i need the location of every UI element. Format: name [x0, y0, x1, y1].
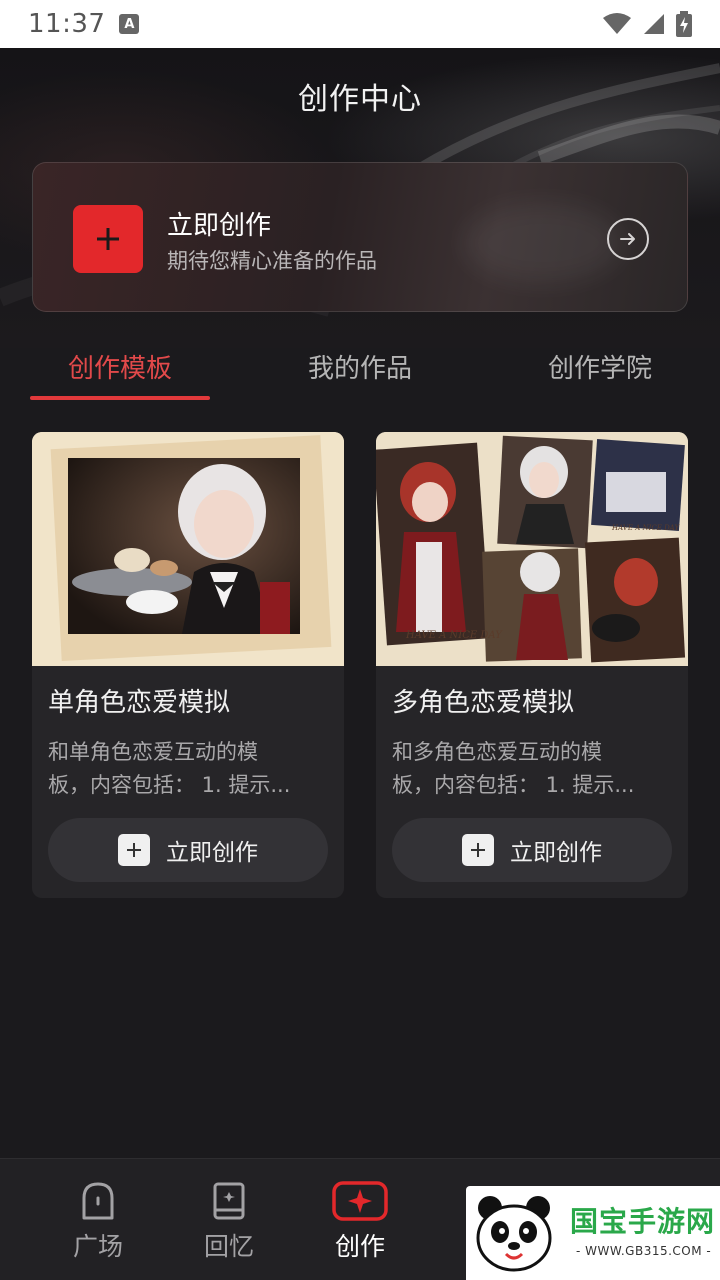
plus-icon	[118, 834, 150, 866]
create-now-button-multi[interactable]: 立即创作	[392, 818, 672, 882]
nav-item-create[interactable]: 创作	[295, 1159, 425, 1280]
card-title: 多角色恋爱模拟	[392, 688, 575, 718]
card-desc-line-1: 和单角色恋爱互动的模	[48, 740, 258, 764]
arrow-right-icon[interactable]	[607, 218, 649, 260]
banner-subtitle: 期待您精心准备的作品	[167, 249, 377, 273]
watermark-brand: 国宝手游网	[570, 1205, 716, 1238]
card-image-single	[32, 432, 344, 666]
svg-text:HAVE A NICE DAY: HAVE A NICE DAY	[405, 630, 503, 641]
plus-icon	[73, 205, 143, 273]
battery-icon	[676, 11, 692, 37]
template-card-multi[interactable]: HAVE A NICE DAY HAVE A NICE DAY 多角色恋爱模拟 …	[376, 432, 688, 898]
tab-my-works[interactable]: 我的作品	[270, 348, 450, 388]
button-label: 立即创作	[510, 840, 602, 866]
card-desc-line-2: 板，内容包括： 1. 提示...	[392, 773, 635, 797]
notification-icon: A	[119, 14, 140, 34]
memory-book-icon	[213, 1181, 245, 1221]
nav-label: 创作	[334, 1232, 385, 1261]
nav-item-plaza[interactable]: 广场	[33, 1159, 163, 1280]
card-description: 和多角色恋爱互动的模 板，内容包括： 1. 提示...	[392, 736, 672, 802]
wifi-icon	[603, 13, 631, 34]
plaza-icon	[81, 1181, 115, 1221]
create-now-button-single[interactable]: 立即创作	[48, 818, 328, 882]
card-desc-line-1: 和多角色恋爱互动的模	[392, 740, 602, 764]
create-now-banner[interactable]: 立即创作 期待您精心准备的作品	[32, 162, 688, 312]
svg-text:HAVE A NICE DAY: HAVE A NICE DAY	[611, 524, 680, 532]
create-sparkle-icon	[332, 1181, 388, 1221]
status-time: 11:37	[28, 9, 106, 39]
page-title: 创作中心	[298, 82, 422, 117]
card-desc-line-2: 板，内容包括： 1. 提示...	[48, 773, 291, 797]
status-icons	[602, 11, 692, 37]
tab-templates[interactable]: 创作模板	[30, 348, 210, 388]
status-bar: 11:37 A	[0, 0, 720, 48]
nav-item-memory[interactable]: 回忆	[164, 1159, 294, 1280]
nav-label: 回忆	[203, 1232, 254, 1261]
banner-title: 立即创作	[167, 211, 272, 241]
tab-academy[interactable]: 创作学院	[510, 348, 690, 388]
watermark-logo: 国宝手游网 - WWW.GB315.COM -	[466, 1186, 720, 1280]
nav-label: 广场	[72, 1232, 123, 1261]
button-label: 立即创作	[166, 840, 258, 866]
watermark-url: - WWW.GB315.COM -	[576, 1244, 712, 1258]
card-image-multi: HAVE A NICE DAY HAVE A NICE DAY	[376, 432, 688, 666]
card-title: 单角色恋爱模拟	[48, 688, 231, 718]
template-card-single[interactable]: 单角色恋爱模拟 和单角色恋爱互动的模 板，内容包括： 1. 提示... 立即创作	[32, 432, 344, 898]
card-description: 和单角色恋爱互动的模 板，内容包括： 1. 提示...	[48, 736, 328, 802]
signal-icon	[644, 14, 664, 34]
tab-indicator	[30, 396, 210, 400]
plus-icon	[462, 834, 494, 866]
panda-icon	[476, 1196, 552, 1272]
banner-glow	[463, 203, 623, 283]
